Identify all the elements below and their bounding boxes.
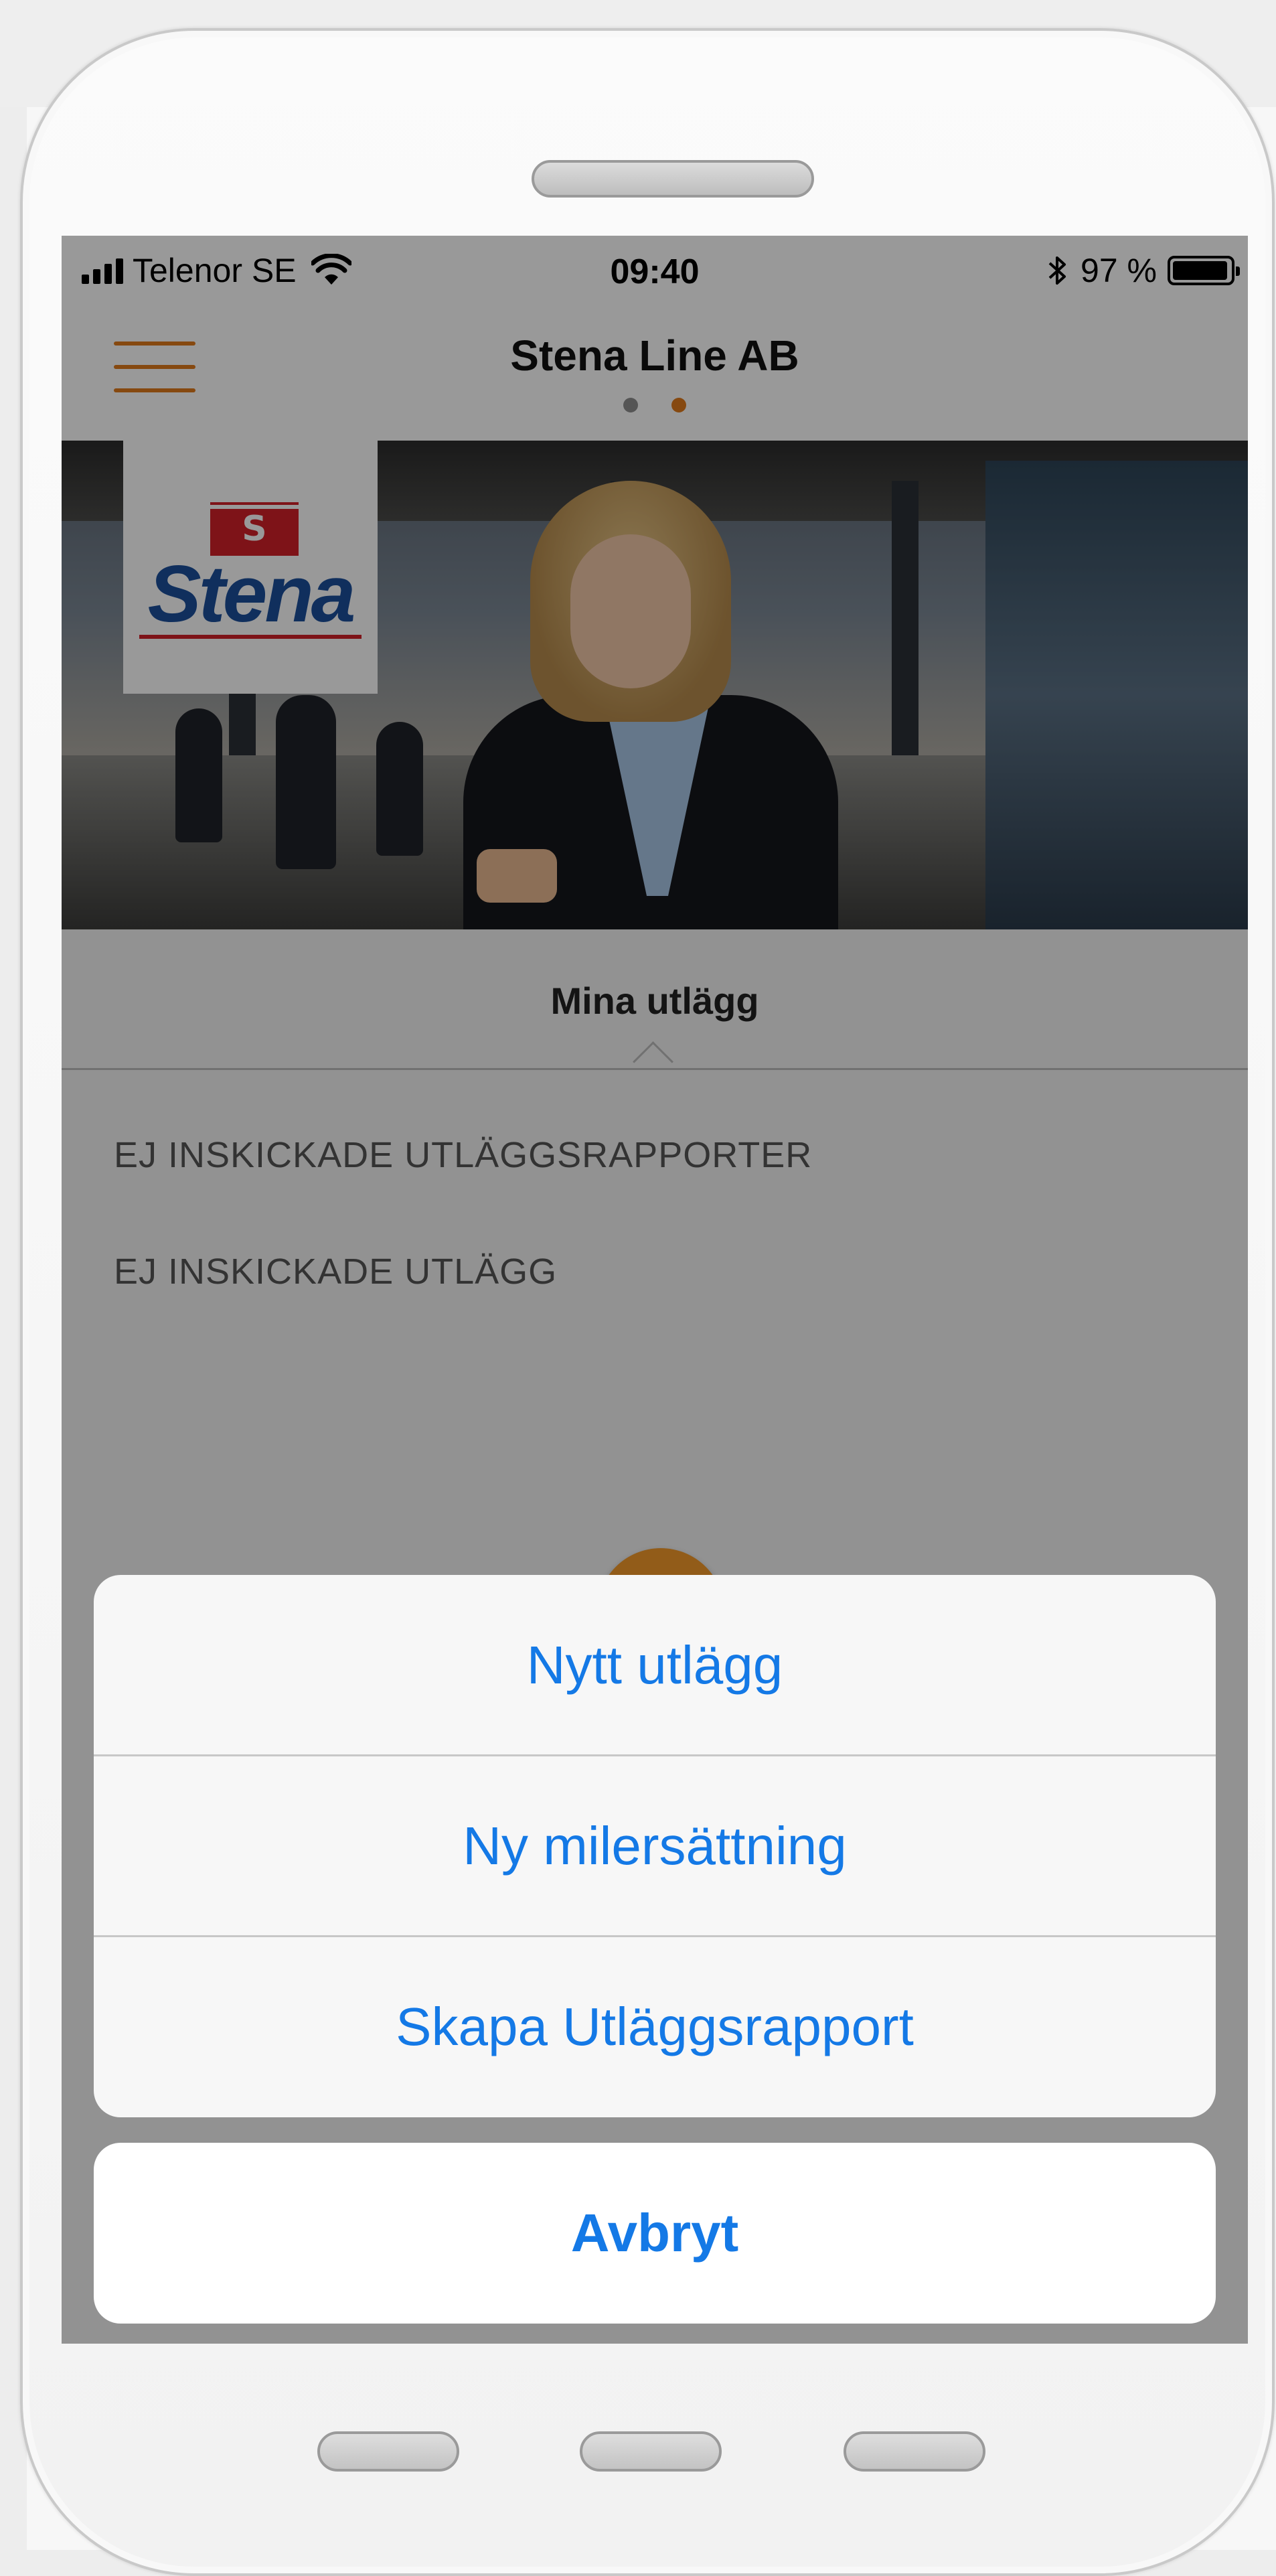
app-screen: Telenor SE 09:40 97 % Stena Line AB S St… (62, 236, 1248, 2344)
create-report-button[interactable]: Skapa Utläggsrapport (94, 1937, 1216, 2117)
hardware-recents-button[interactable] (844, 2431, 985, 2472)
hardware-home-button[interactable] (580, 2431, 722, 2472)
hardware-back-button[interactable] (317, 2431, 459, 2472)
cancel-button[interactable]: Avbryt (94, 2143, 1216, 2324)
action-sheet: Nytt utlägg Ny milersättning Skapa Utläg… (94, 1575, 1216, 2117)
new-mileage-button[interactable]: Ny milersättning (94, 1756, 1216, 1937)
phone-speaker (532, 160, 814, 198)
new-expense-button[interactable]: Nytt utlägg (94, 1575, 1216, 1756)
